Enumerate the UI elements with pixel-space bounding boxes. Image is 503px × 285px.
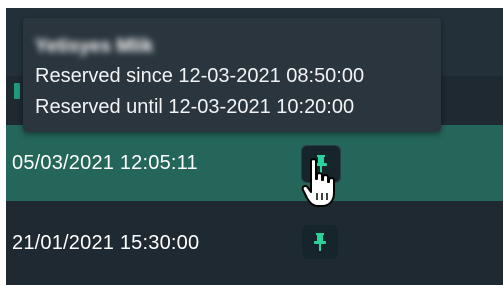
tooltip-reserved-until: Reserved until 12-03-2021 10:20:00	[35, 96, 355, 118]
table-row-selected[interactable]: 05/03/2021 12:05:11	[6, 125, 503, 201]
pin-button[interactable]	[302, 225, 338, 259]
tooltip-user-name: Yetisyes Mlik	[35, 36, 154, 57]
table-row[interactable]: 21/01/2021 15:30:00	[6, 201, 503, 285]
reservation-tooltip: Yetisyes Mlik Reserved since 12-03-2021 …	[23, 18, 441, 132]
tooltip-reserved-since: Reserved since 12-03-2021 08:50:00	[35, 65, 365, 87]
row-date: 05/03/2021 12:05:11	[12, 151, 198, 174]
header-label-fragment	[14, 83, 20, 99]
pin-icon	[314, 233, 326, 251]
hand-pointer-icon	[301, 158, 335, 207]
row-date: 21/01/2021 15:30:00	[12, 231, 200, 254]
